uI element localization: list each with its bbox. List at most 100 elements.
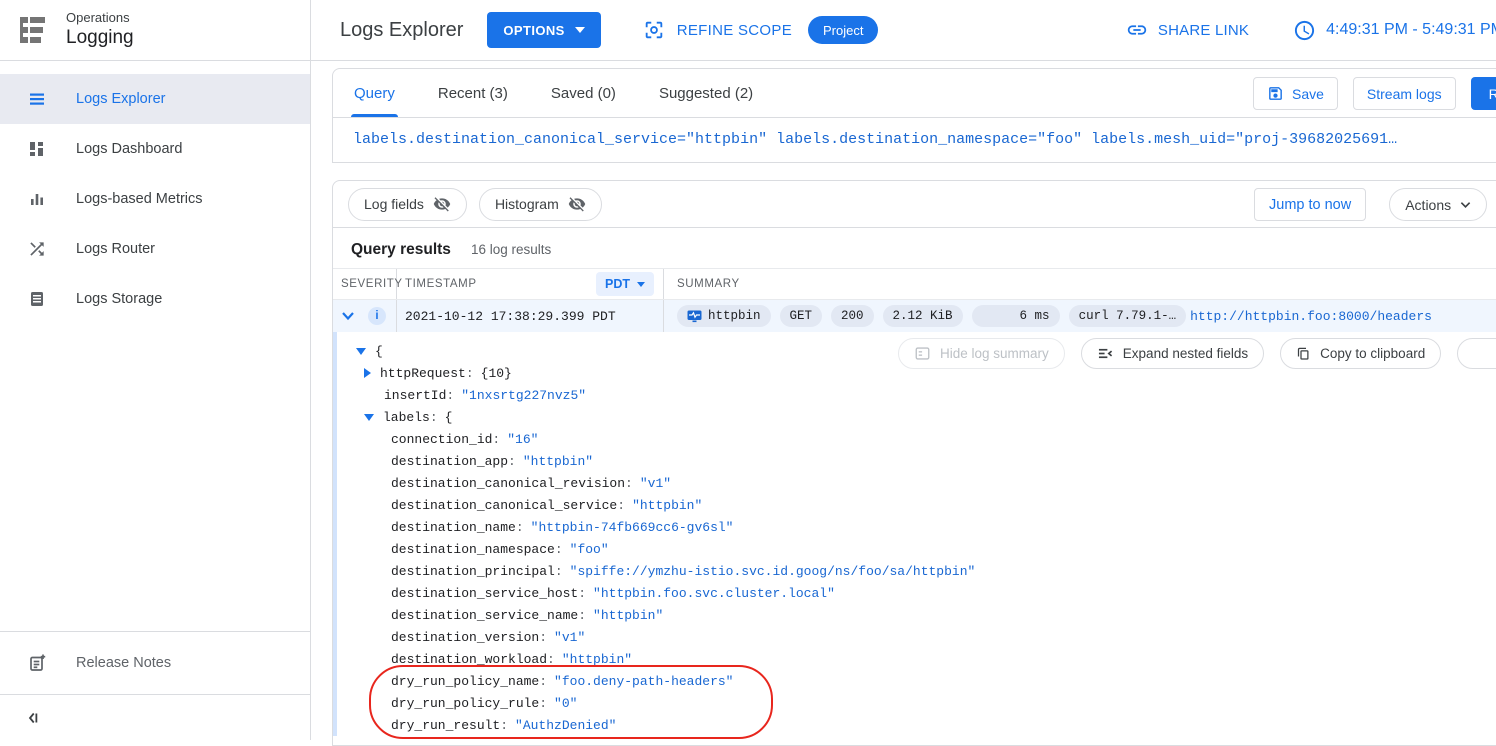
save-button[interactable]: Save (1253, 77, 1338, 110)
section-name: Logging (66, 26, 134, 50)
refine-scope-label: REFINE SCOPE (677, 22, 792, 39)
latency-chip[interactable]: 6 ms (972, 305, 1060, 327)
json-row[interactable]: destination_service_name "httpbin" (333, 604, 1496, 626)
json-row[interactable]: destination_service_host "httpbin.foo.sv… (333, 582, 1496, 604)
monitor-pulse-icon (687, 310, 702, 323)
sidebar-item-label: Logs Storage (76, 291, 162, 307)
chevron-down-icon (575, 27, 585, 33)
sidebar-item-logs-explorer[interactable]: Logs Explorer (0, 74, 310, 124)
json-row[interactable]: destination_workload "httpbin" (333, 648, 1496, 670)
json-row[interactable]: destination_name "httpbin-74fb669cc6-gv6… (333, 516, 1496, 538)
stream-logs-button[interactable]: Stream logs (1353, 77, 1456, 110)
table-header: SEVERITY TIMESTAMP PDT SUMMARY (333, 268, 1496, 300)
collapse-node-icon[interactable] (356, 348, 366, 355)
scope-badge[interactable]: Project (808, 16, 878, 44)
json-value: "v1" (554, 630, 585, 645)
tab-label: Query (354, 85, 395, 102)
json-key: destination_version (391, 630, 554, 645)
annotated-region: dry_run_policy_name "foo.deny-path-heade… (333, 670, 893, 736)
jump-to-now-button[interactable]: Jump to now (1254, 188, 1366, 221)
log-fields-toggle[interactable]: Log fields (348, 188, 467, 221)
copy-icon (1296, 346, 1311, 362)
eye-off-icon (568, 195, 586, 213)
size-chip[interactable]: 2.12 KiB (883, 305, 963, 327)
severity-info-icon[interactable]: i (368, 307, 386, 325)
query-panel: Query Recent (3) Saved (0) Suggested (2)… (332, 68, 1496, 163)
tab-label: Recent (3) (438, 85, 508, 102)
user-agent-chip[interactable]: curl 7.79.1-… (1069, 305, 1187, 327)
sidebar-item-logs-storage[interactable]: Logs Storage (0, 274, 310, 324)
summary-chips: httpbin GET 200 2.12 KiB 6 ms curl 7.79.… (677, 305, 1186, 327)
tab-suggested[interactable]: Suggested (2) (659, 69, 753, 117)
tab-query[interactable]: Query (354, 69, 395, 117)
json-value: "httpbin" (523, 454, 593, 469)
json-value: "foo.deny-path-headers" (554, 674, 733, 689)
json-row[interactable]: destination_canonical_revision "v1" (333, 472, 1496, 494)
col-summary: SUMMARY (677, 278, 740, 290)
json-brace: { (375, 344, 383, 359)
json-row[interactable]: insertId "1nxsrtg227nvz5" (333, 384, 1496, 406)
json-value: "spiffe://ymzhu-istio.svc.id.goog/ns/foo… (570, 564, 976, 579)
tab-recent[interactable]: Recent (3) (438, 69, 508, 117)
method-chip[interactable]: GET (780, 305, 823, 327)
json-row[interactable]: connection_id "16" (333, 428, 1496, 450)
save-label: Save (1292, 86, 1324, 102)
button-label: Expand nested fields (1123, 346, 1248, 361)
expand-nested-fields-button[interactable]: Expand nested fields (1081, 338, 1264, 369)
share-link-button[interactable]: SHARE LINK (1126, 19, 1249, 41)
json-row[interactable]: destination_canonical_service "httpbin" (333, 494, 1496, 516)
json-row[interactable]: dry_run_policy_rule "0" (333, 692, 893, 714)
log-entry-row[interactable]: i 2021-10-12 17:38:29.399 PDT httpbin GE… (333, 300, 1496, 332)
button-label: Copy to clipboard (1320, 346, 1425, 361)
results-panel: Log fields Histogram Jump to now Actions (332, 180, 1496, 746)
json-key: destination_principal (391, 564, 570, 579)
copy-to-clipboard-button[interactable]: Copy to clipboard (1280, 338, 1441, 369)
json-value: "httpbin-74fb669cc6-gv6sl" (531, 520, 734, 535)
sidebar-item-logs-dashboard[interactable]: Logs Dashboard (0, 124, 310, 174)
json-key: connection_id (391, 432, 507, 447)
eye-off-icon (433, 195, 451, 213)
options-button[interactable]: OPTIONS (487, 12, 600, 48)
results-toolbar: Log fields Histogram Jump to now Actions (333, 181, 1496, 228)
json-row[interactable]: labels { (333, 406, 1496, 428)
histogram-toggle[interactable]: Histogram (479, 188, 602, 221)
sidebar-item-release-notes[interactable]: Release Notes (0, 632, 310, 694)
detail-action-buttons: Hide log summary Expand nested fields (898, 338, 1496, 369)
json-row[interactable]: dry_run_policy_name "foo.deny-path-heade… (333, 670, 893, 692)
json-key: destination_canonical_revision (391, 476, 640, 491)
service-chip[interactable]: httpbin (677, 305, 771, 327)
json-row[interactable]: destination_namespace "foo" (333, 538, 1496, 560)
time-range-picker[interactable]: 4:49:31 PM - 5:49:31 PM (1293, 19, 1496, 42)
sidebar-item-label: Logs-based Metrics (76, 191, 203, 207)
json-key: destination_service_name (391, 608, 593, 623)
query-editor[interactable]: labels.destination_canonical_service="ht… (333, 118, 1496, 162)
json-value: "1nxsrtg227nvz5" (461, 388, 586, 403)
collapse-sidebar-icon[interactable] (24, 709, 42, 727)
logging-logo (14, 12, 50, 48)
hide-log-summary-button[interactable]: Hide log summary (898, 338, 1065, 369)
json-row[interactable]: destination_version "v1" (333, 626, 1496, 648)
refine-scope-button[interactable]: REFINE SCOPE (643, 19, 792, 41)
collapse-node-icon[interactable] (364, 414, 374, 421)
json-key: labels (383, 410, 445, 425)
timezone-selector[interactable]: PDT (596, 272, 654, 296)
actions-menu-button[interactable]: Actions (1389, 188, 1487, 221)
json-value: "httpbin" (562, 652, 632, 667)
status-chip[interactable]: 200 (831, 305, 874, 327)
json-row[interactable]: destination_app "httpbin" (333, 450, 1496, 472)
json-row[interactable]: destination_principal "spiffe://ymzhu-is… (333, 560, 1496, 582)
sidebar-item-logs-based-metrics[interactable]: Logs-based Metrics (0, 174, 310, 224)
json-key: destination_workload (391, 652, 562, 667)
save-icon (1267, 85, 1284, 102)
collapse-entry-icon[interactable] (341, 311, 355, 321)
chevron-down-icon (637, 282, 645, 287)
json-row[interactable]: dry_run_result "AuthzDenied" (333, 714, 893, 736)
tab-saved[interactable]: Saved (0) (551, 69, 616, 117)
sidebar-item-logs-router[interactable]: Logs Router (0, 224, 310, 274)
more-actions-pill[interactable] (1457, 338, 1496, 369)
tab-label: Saved (0) (551, 85, 616, 102)
expand-node-icon[interactable] (364, 368, 371, 378)
run-button[interactable]: Run (1471, 77, 1496, 110)
json-value: "httpbin" (632, 498, 702, 513)
sidebar-item-label: Logs Router (76, 241, 155, 257)
